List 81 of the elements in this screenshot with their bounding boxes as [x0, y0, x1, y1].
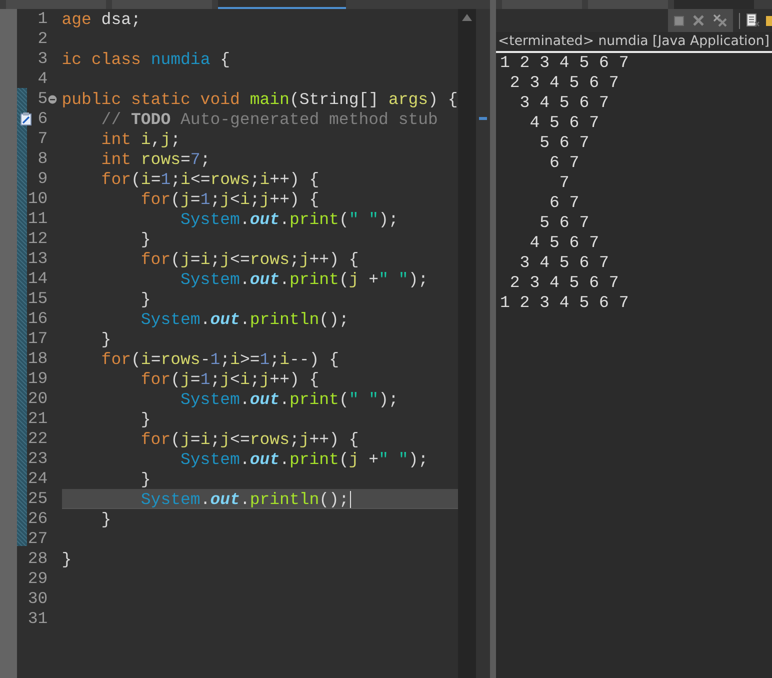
console-output-line: 5 6 7 [538, 213, 590, 233]
line-number: 10 [28, 189, 48, 209]
code-line: } [100, 330, 112, 348]
code-line: System.out.print(j +" "); [180, 270, 428, 288]
console-output-line: 3 4 5 6 7 [518, 253, 610, 273]
code-line: int rows=7; [100, 150, 210, 168]
console-header: <terminated> numdia [Java Application] [496, 32, 772, 53]
console-output-line: 6 7 [548, 153, 580, 173]
code-line: } [140, 410, 151, 428]
line-number: 28 [28, 549, 48, 569]
code-line: for(j=1;j<i;j++) { [140, 190, 320, 208]
line-number: 5 [38, 89, 48, 109]
line-number: 18 [28, 349, 48, 369]
console-output-line: 3 4 5 6 7 [518, 93, 610, 113]
collapse-icon[interactable] [48, 94, 57, 104]
vertical-scrollbar[interactable] [458, 9, 476, 678]
code-line: System.out.println(); [140, 490, 349, 508]
line-number: 3 [38, 49, 48, 69]
code-line: } [100, 510, 112, 528]
console-output-line: 7 [558, 173, 570, 193]
line-number: 6 [38, 109, 48, 129]
code-line: } [140, 470, 151, 488]
code-line: for(j=i;j<=rows;j++) { [140, 430, 359, 448]
code-line: public static void main(String[] args) { [62, 90, 458, 108]
line-number: 30 [28, 589, 48, 609]
line-number: 2 [38, 29, 48, 49]
code-line: System.out.print(j +" "); [180, 450, 428, 468]
stop-icon[interactable] [674, 16, 684, 26]
document-icon[interactable] [746, 13, 760, 28]
code-line: System.out.println(); [140, 310, 349, 328]
code-line: System.out.print(" "); [180, 390, 398, 408]
line-number: 24 [28, 469, 48, 489]
console-output-line: 1 2 3 4 5 6 7 [500, 293, 630, 313]
console-output-line: 2 3 4 5 6 7 [508, 73, 620, 93]
line-number: 7 [38, 129, 48, 149]
console-output-line: 5 6 7 [538, 133, 590, 153]
line-number: 17 [28, 329, 48, 349]
remove-all-icon[interactable] [713, 14, 727, 27]
code-line: } [140, 230, 151, 248]
line-number: 15 [28, 289, 48, 309]
line-number: 4 [38, 69, 48, 89]
code-line: int i,j; [100, 130, 181, 148]
line-number: 27 [28, 529, 48, 549]
close-icon[interactable] [693, 15, 704, 26]
code-line: ic class numdia { [62, 50, 230, 68]
code-line: } [62, 550, 72, 568]
overview-marker[interactable] [479, 117, 488, 120]
console-output-line: 4 5 6 7 [528, 113, 600, 133]
line-number: 13 [28, 249, 48, 269]
line-number: 14 [28, 269, 48, 289]
console-output-line: 1 2 3 4 5 6 7 [500, 53, 630, 73]
code-line: for(j=i;j<=rows;j++) { [140, 250, 359, 268]
console-output-line: 4 5 6 7 [528, 233, 600, 253]
console-output-line: 6 7 [548, 193, 580, 213]
line-number: 31 [28, 609, 48, 629]
line-number: 22 [28, 429, 48, 449]
code-line: for(i=rows-1;i>=1;i--) { [100, 350, 339, 368]
editor-tab[interactable] [218, 0, 346, 9]
line-number: 23 [28, 449, 48, 469]
line-number: 20 [28, 389, 48, 409]
code-line: for(i=1;i<=rows;i++) { [100, 170, 320, 188]
line-number: 9 [38, 169, 48, 189]
line-number: 26 [28, 509, 48, 529]
console-output-line: 2 3 4 5 6 7 [508, 273, 620, 293]
line-number: 16 [28, 309, 48, 329]
line-number: 12 [28, 229, 48, 249]
line-number: 1 [38, 9, 48, 29]
line-number: 19 [28, 369, 48, 389]
line-number: 29 [28, 569, 48, 589]
line-number: 8 [38, 149, 48, 169]
code-line: age dsa; [62, 10, 141, 28]
line-number: 21 [28, 409, 48, 429]
line-number: 25 [28, 489, 48, 509]
code-line: // TODO Auto-generated method stub [100, 110, 438, 128]
text-cursor [350, 490, 352, 508]
task-icon [20, 112, 32, 126]
code-line: for(j=1;j<i;j++) { [140, 370, 320, 388]
code-line: } [140, 290, 151, 308]
scroll-up-icon[interactable] [462, 14, 472, 21]
line-number: 11 [28, 209, 48, 229]
code-line: System.out.print(" "); [180, 210, 398, 228]
